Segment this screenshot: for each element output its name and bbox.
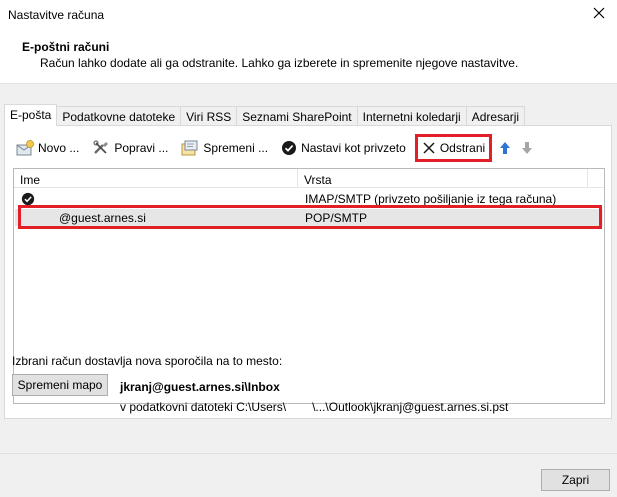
- header-title: E-poštni računi: [22, 40, 110, 54]
- account-name-cell: @guest.arnes.si: [15, 211, 299, 225]
- account-name-cell: [15, 192, 299, 206]
- change-settings-icon: [181, 140, 198, 156]
- arrow-up-icon: [500, 142, 511, 154]
- default-checkmark-icon: [21, 192, 35, 205]
- data-file-suffix: \...\Outlook\jkranj@guest.arnes.si.pst: [312, 400, 509, 414]
- tab-email[interactable]: E-pošta: [4, 104, 58, 126]
- account-type: POP/SMTP: [305, 210, 368, 225]
- tools-icon: [93, 140, 109, 154]
- column-header-type[interactable]: Vrsta: [298, 169, 588, 188]
- list-header: Ime Vrsta: [14, 169, 604, 188]
- tab-address-books[interactable]: Adresarji: [465, 106, 526, 126]
- title-bar: Nastavitve računa: [0, 0, 617, 30]
- tab-rss-feeds[interactable]: Viri RSS: [180, 106, 238, 126]
- header-description: Račun lahko dodate ali ga odstranite. La…: [40, 56, 519, 70]
- window-title: Nastavitve računa: [8, 8, 105, 22]
- new-mail-icon: [16, 140, 34, 156]
- remove-account-button[interactable]: Odstrani: [414, 134, 493, 162]
- remove-x-icon: [423, 142, 435, 154]
- set-default-label: Nastavi kot privzeto: [301, 141, 406, 155]
- change-folder-button[interactable]: Spremeni mapo: [12, 374, 108, 396]
- close-window-icon[interactable]: [591, 5, 607, 21]
- footer-divider: [0, 453, 617, 454]
- delivery-location-label: Izbrani račun dostavlja nova sporočila n…: [12, 354, 283, 368]
- repair-account-button[interactable]: Popravi ...: [89, 137, 171, 159]
- new-account-label: Novo ...: [38, 141, 80, 155]
- checkmark-circle-icon: [282, 141, 297, 155]
- account-name: @guest.arnes.si: [59, 210, 146, 225]
- arrow-down-icon: [522, 142, 533, 154]
- repair-account-label: Popravi ...: [114, 141, 169, 155]
- tab-strip: E-pošta Podatkovne datoteke Viri RSS Sez…: [4, 104, 526, 126]
- data-file-path: v podatkovni datoteki C:\Users\ \...\Outl…: [120, 400, 508, 414]
- remove-account-label: Odstrani: [439, 141, 486, 155]
- move-down-button[interactable]: [519, 139, 535, 157]
- dialog-body: E-pošta Podatkovne datoteke Viri RSS Sez…: [0, 84, 617, 497]
- delivery-folder-path: jkranj@guest.arnes.si\Inbox: [120, 380, 280, 394]
- change-account-button[interactable]: Spremeni ...: [178, 137, 271, 159]
- tab-internet-calendars[interactable]: Internetni koledarji: [356, 106, 467, 126]
- new-account-button[interactable]: Novo ...: [13, 137, 82, 159]
- account-row-selected[interactable]: @guest.arnes.si POP/SMTP: [15, 209, 603, 226]
- data-file-prefix: v podatkovni datoteki C:\Users\: [120, 400, 287, 414]
- tab-sharepoint-lists[interactable]: Seznami SharePoint: [236, 106, 358, 126]
- set-default-button[interactable]: Nastavi kot privzeto: [278, 137, 409, 159]
- column-header-name[interactable]: Ime: [14, 169, 298, 188]
- dialog-header: E-poštni računi Račun lahko dodate ali g…: [0, 30, 617, 84]
- account-row[interactable]: IMAP/SMTP (privzeto pošiljanje iz tega r…: [15, 190, 603, 207]
- account-type: IMAP/SMTP (privzeto pošiljanje iz tega r…: [305, 191, 557, 206]
- tab-data-files[interactable]: Podatkovne datoteke: [56, 106, 182, 126]
- close-button[interactable]: Zapri: [541, 469, 610, 491]
- move-up-button[interactable]: [497, 139, 513, 157]
- account-list: Ime Vrsta IMAP/SMTP (privzeto pošiljanje…: [13, 168, 605, 404]
- change-account-label: Spremeni ...: [203, 141, 269, 155]
- account-toolbar: Novo ... Popravi ... Spremeni ... Nastav…: [13, 134, 541, 162]
